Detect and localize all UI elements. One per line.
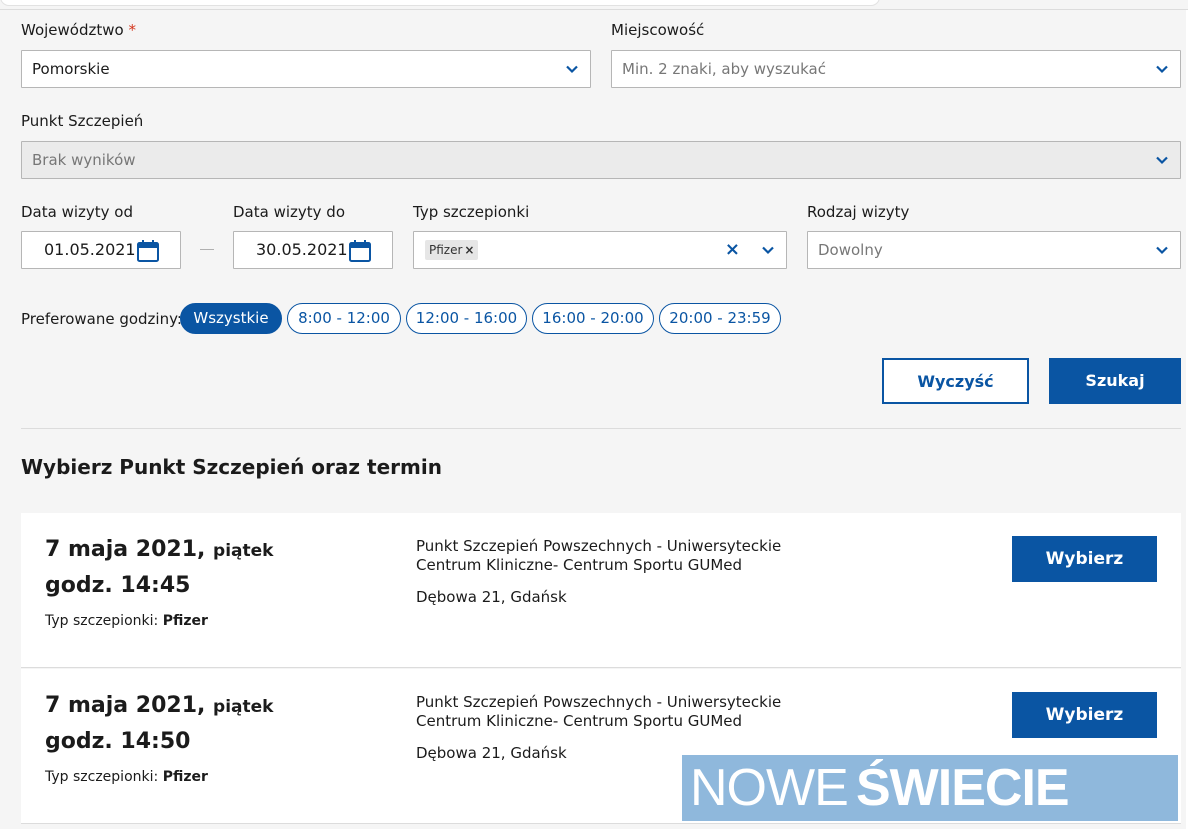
typ-label: Typ szczepionki xyxy=(413,203,530,221)
chevron-down-icon[interactable] xyxy=(564,61,580,77)
hours-chip-morning[interactable]: 8:00 - 12:00 xyxy=(287,303,401,334)
wojewodztwo-label: Województwo * xyxy=(21,21,136,39)
tag-remove-icon[interactable]: × xyxy=(464,243,474,257)
appointment-time: godz. 14:45 xyxy=(45,573,191,598)
chevron-down-icon[interactable] xyxy=(1154,242,1170,258)
date-text: 7 maja 2021, xyxy=(45,693,206,718)
punkt-value: Brak wyników xyxy=(32,151,136,169)
miejscowosc-label: Miejscowość xyxy=(611,21,705,39)
results-title: Wybierz Punkt Szczepień oraz termin xyxy=(21,455,442,479)
hours-chip-all[interactable]: Wszystkie xyxy=(180,303,282,334)
place-address: Dębowa 21, Gdańsk xyxy=(416,588,567,606)
vaccine-tag-label: Pfizer xyxy=(429,243,463,257)
required-mark: * xyxy=(128,21,136,39)
data-do-input[interactable]: 30.05.2021 xyxy=(233,231,393,269)
vaccine-type-label: Typ szczepionki: xyxy=(45,769,159,785)
typ-multiselect[interactable]: Pfizer × × xyxy=(413,231,787,269)
appointment-date: 7 maja 2021, piątek xyxy=(45,537,273,562)
rodzaj-label: Rodzaj wizyty xyxy=(807,203,910,221)
divider xyxy=(21,428,1181,429)
chevron-down-icon[interactable] xyxy=(760,242,776,258)
data-do-value: 30.05.2021 xyxy=(256,240,348,259)
miejscowosc-placeholder: Min. 2 znaki, aby wyszukać xyxy=(622,60,826,78)
watermark-logo: NOWE ŚWIECIE xyxy=(682,755,1178,821)
punkt-select[interactable]: Brak wyników xyxy=(21,141,1181,179)
search-button[interactable]: Szukaj xyxy=(1049,358,1181,404)
calendar-icon[interactable] xyxy=(136,239,160,263)
wojewodztwo-label-text: Województwo xyxy=(21,21,124,39)
select-button[interactable]: Wybierz xyxy=(1012,536,1157,582)
data-od-label: Data wizyty od xyxy=(21,203,133,221)
punkt-label: Punkt Szczepień xyxy=(21,112,144,130)
vaccine-tag: Pfizer × xyxy=(425,240,479,260)
select-button[interactable]: Wybierz xyxy=(1012,692,1157,738)
watermark-part2: ŚWIECIE xyxy=(856,759,1070,817)
hours-chip-evening[interactable]: 20:00 - 23:59 xyxy=(659,303,781,334)
place-address: Dębowa 21, Gdańsk xyxy=(416,744,567,762)
weekday: piątek xyxy=(213,697,274,717)
vaccine-type-value: Pfizer xyxy=(162,769,208,785)
clear-button[interactable]: Wyczyść xyxy=(882,358,1029,404)
rodzaj-select[interactable]: Dowolny xyxy=(807,231,1181,269)
vaccine-type-value: Pfizer xyxy=(162,613,208,629)
place-name: Punkt Szczepień Powszechnych - Uniwersyt… xyxy=(416,537,782,574)
appointment-date: 7 maja 2021, piątek xyxy=(45,693,273,718)
wojewodztwo-value: Pomorskie xyxy=(32,60,110,78)
top-bar xyxy=(0,0,1188,10)
date-text: 7 maja 2021, xyxy=(45,537,206,562)
calendar-icon[interactable] xyxy=(348,239,372,263)
miejscowosc-select[interactable]: Min. 2 znaki, aby wyszukać xyxy=(611,50,1181,88)
result-card: 7 maja 2021, piątek godz. 14:45 Typ szcz… xyxy=(21,513,1181,668)
hours-chip-afternoon[interactable]: 16:00 - 20:00 xyxy=(532,303,654,334)
vaccine-type-label: Typ szczepionki: xyxy=(45,613,159,629)
top-pill xyxy=(0,0,880,6)
vaccine-type: Typ szczepionki: Pfizer xyxy=(45,769,208,785)
rodzaj-placeholder: Dowolny xyxy=(818,241,883,259)
vaccine-type: Typ szczepionki: Pfizer xyxy=(45,613,208,629)
place-name: Punkt Szczepień Powszechnych - Uniwersyt… xyxy=(416,693,782,730)
hours-label: Preferowane godziny: xyxy=(21,310,182,328)
chevron-down-icon[interactable] xyxy=(1154,61,1170,77)
hours-chip-midday[interactable]: 12:00 - 16:00 xyxy=(406,303,527,334)
data-od-input[interactable]: 01.05.2021 xyxy=(21,231,181,269)
data-do-label: Data wizyty do xyxy=(233,203,345,221)
date-range-separator xyxy=(200,249,214,250)
weekday: piątek xyxy=(213,541,274,561)
wojewodztwo-select[interactable]: Pomorskie xyxy=(21,50,591,88)
close-icon[interactable]: × xyxy=(725,239,740,261)
watermark-part1: NOWE xyxy=(690,759,849,817)
appointment-time: godz. 14:50 xyxy=(45,729,191,754)
chevron-down-icon[interactable] xyxy=(1154,152,1170,168)
data-od-value: 01.05.2021 xyxy=(44,240,136,259)
